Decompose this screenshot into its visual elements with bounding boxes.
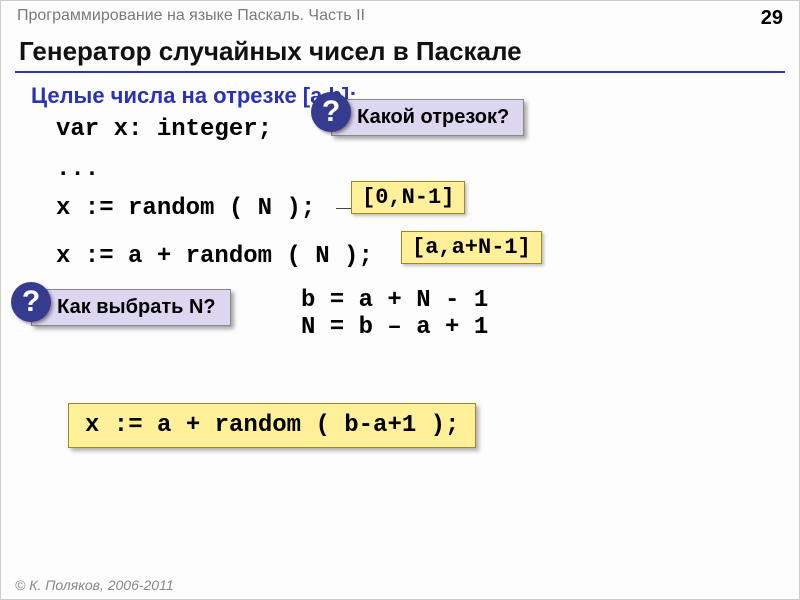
copyright-footer: © К. Поляков, 2006-2011 <box>15 577 174 593</box>
callout-which-segment: .. Какой отрезок? <box>331 99 524 136</box>
callout-text-1: Какой отрезок? <box>357 106 509 129</box>
equations-block: b = a + N - 1 N = b – a + 1 <box>301 287 488 341</box>
question-mark-icon: ? <box>11 282 51 322</box>
highlight-range-1: [0,N-1] <box>351 181 465 214</box>
page-number: 29 <box>761 7 783 30</box>
code-line-1: var x: integer; <box>56 116 272 143</box>
code-line-3: x := random ( N ); <box>56 195 315 222</box>
code-line-4: x := a + random ( N ); <box>56 243 373 270</box>
content-area: var x: integer; ... x := random ( N ); x… <box>1 109 799 448</box>
question-mark-icon: ? <box>311 92 351 132</box>
callout-text-2: Как выбрать N? <box>57 296 216 319</box>
title-underline <box>15 71 785 73</box>
highlight-range-2: [a,a+N-1] <box>401 231 542 264</box>
breadcrumb: Программирование на языке Паскаль. Часть… <box>17 7 365 30</box>
code-line-2: ... <box>56 156 99 183</box>
callout-choose-n: .. Как выбрать N? <box>31 289 231 326</box>
highlight-final-formula: x := a + random ( b-a+1 ); <box>68 403 476 448</box>
page-title: Генератор случайных чисел в Паскале <box>1 32 799 69</box>
